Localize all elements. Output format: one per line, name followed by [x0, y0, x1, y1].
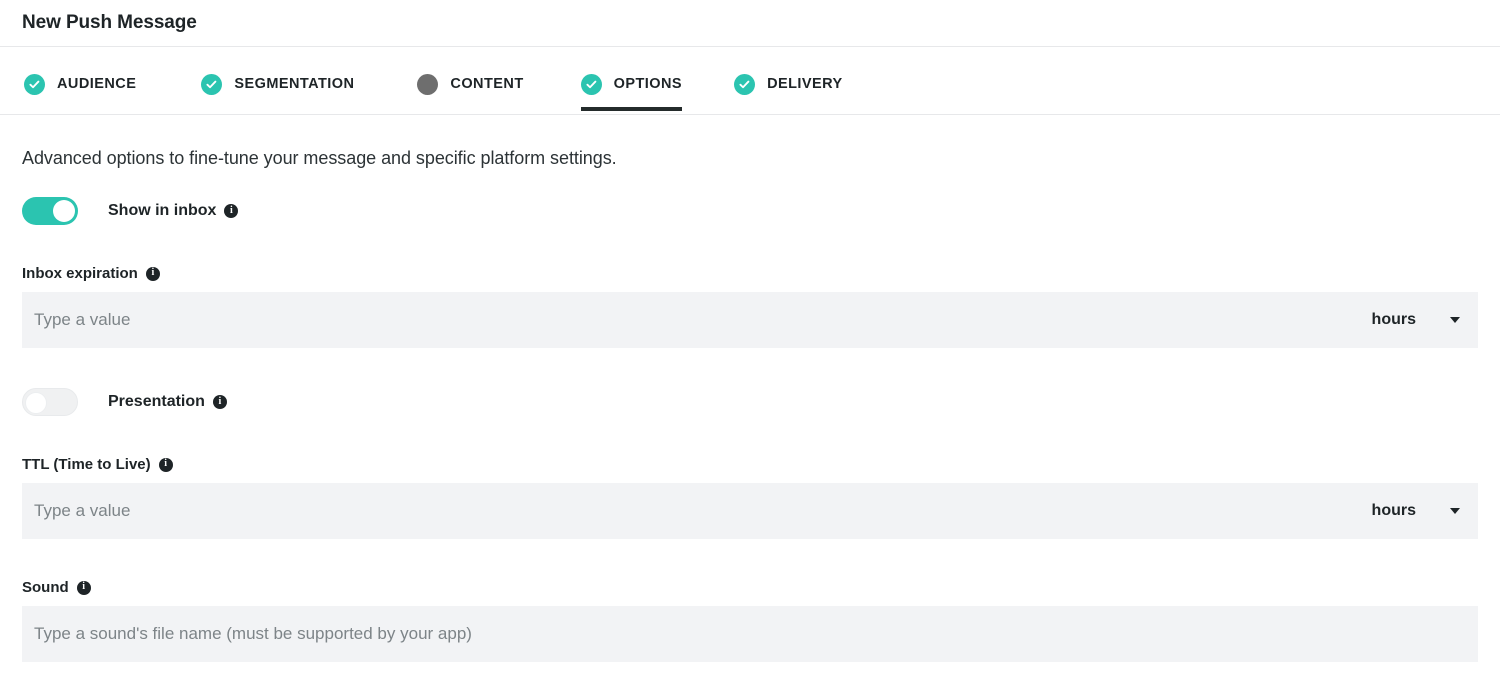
- tab-segmentation[interactable]: SEGMENTATION: [201, 47, 354, 111]
- chevron-down-icon: [1450, 317, 1460, 323]
- circle-icon: [417, 73, 439, 95]
- page-title: New Push Message: [22, 12, 197, 33]
- show-in-inbox-label: Show in inbox: [108, 202, 217, 219]
- show-in-inbox-toggle[interactable]: [22, 197, 78, 225]
- ttl-input[interactable]: [22, 483, 1372, 539]
- ttl-unit-value: hours: [1371, 502, 1416, 519]
- info-icon[interactable]: i: [145, 266, 160, 281]
- wizard-step-tabs: AUDIENCE SEGMENTATION CONTENT OPTIONS DE…: [0, 47, 1500, 115]
- presentation-row: Presentation i: [22, 388, 1478, 416]
- inbox-expiration-label-group: Inbox expiration i: [22, 265, 1478, 282]
- presentation-toggle[interactable]: [22, 388, 78, 416]
- options-panel: Advanced options to fine-tune your messa…: [0, 115, 1500, 662]
- sound-input-wrap: [22, 606, 1478, 662]
- tab-label-content: CONTENT: [450, 76, 524, 92]
- info-icon[interactable]: i: [76, 580, 91, 595]
- check-circle-icon: [24, 73, 45, 95]
- info-icon[interactable]: i: [224, 204, 239, 218]
- tab-audience[interactable]: AUDIENCE: [24, 47, 136, 111]
- presentation-label: Presentation: [108, 393, 205, 410]
- new-push-message-page: New Push Message AUDIENCE SEGMENTATION C…: [0, 0, 1500, 694]
- tab-active-underline: [580, 107, 683, 111]
- inbox-expiration-input-wrap: hours: [22, 292, 1478, 348]
- info-icon[interactable]: i: [158, 457, 173, 472]
- check-circle-icon: [580, 73, 602, 95]
- inbox-expiration-unit-value: hours: [1371, 311, 1416, 328]
- tab-label-options: OPTIONS: [613, 76, 683, 92]
- show-in-inbox-row: Show in inbox i: [22, 197, 1478, 225]
- ttl-field-group: TTL (Time to Live) i hours: [22, 456, 1478, 539]
- info-icon[interactable]: i: [212, 395, 227, 409]
- toggle-knob: [25, 392, 47, 414]
- info-icon-glyph: i: [230, 204, 233, 216]
- page-header: New Push Message: [0, 0, 1500, 47]
- toggle-knob: [53, 200, 75, 222]
- sound-input[interactable]: [22, 606, 1478, 662]
- check-circle-icon: [734, 73, 756, 95]
- info-icon-glyph: i: [164, 458, 168, 469]
- tab-content[interactable]: CONTENT: [417, 47, 523, 111]
- inbox-expiration-unit-select[interactable]: hours: [1372, 311, 1478, 329]
- tab-label-delivery: DELIVERY: [767, 76, 843, 92]
- show-in-inbox-label-group: Show in inbox i: [108, 202, 239, 220]
- ttl-unit-select[interactable]: hours: [1372, 502, 1478, 520]
- presentation-label-group: Presentation i: [108, 393, 227, 411]
- tab-options[interactable]: OPTIONS: [580, 47, 683, 111]
- ttl-label-group: TTL (Time to Live) i: [22, 456, 1478, 473]
- inbox-expiration-input[interactable]: [22, 292, 1372, 348]
- ttl-input-wrap: hours: [22, 483, 1478, 539]
- info-icon-glyph: i: [82, 581, 86, 592]
- sound-label: Sound: [22, 579, 69, 596]
- tab-delivery[interactable]: DELIVERY: [734, 47, 843, 111]
- check-circle-icon: [201, 73, 223, 95]
- tab-label-audience: AUDIENCE: [57, 76, 137, 92]
- inbox-expiration-label: Inbox expiration: [22, 265, 138, 282]
- inbox-expiration-field-group: Inbox expiration i hours: [22, 265, 1478, 348]
- sound-label-group: Sound i: [22, 579, 1478, 596]
- chevron-down-icon: [1450, 508, 1460, 514]
- sound-field-group: Sound i: [22, 579, 1478, 662]
- ttl-label: TTL (Time to Live): [22, 456, 151, 473]
- panel-description: Advanced options to fine-tune your messa…: [22, 148, 617, 168]
- info-icon-glyph: i: [218, 395, 222, 407]
- tab-label-segmentation: SEGMENTATION: [234, 76, 355, 92]
- info-icon-glyph: i: [151, 267, 155, 278]
